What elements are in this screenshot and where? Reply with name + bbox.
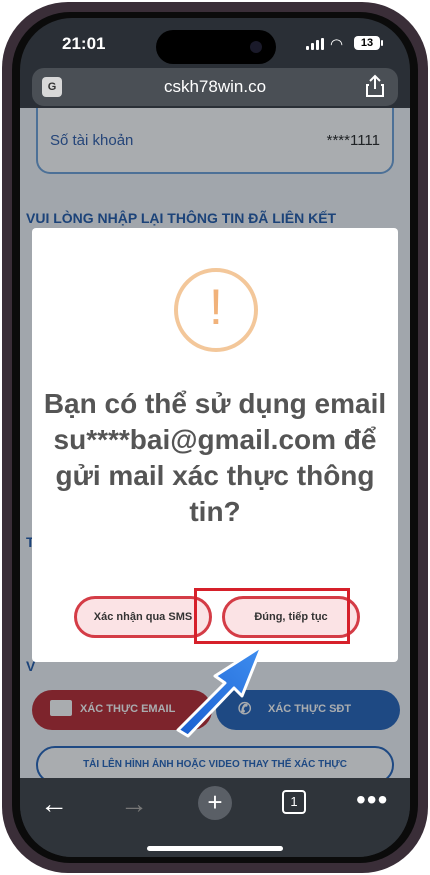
confirm-sms-button[interactable]: Xác nhận qua SMS <box>74 596 212 638</box>
wifi-icon: ◠ <box>330 36 344 53</box>
url-bar[interactable]: G cskh78win.co <box>32 68 398 106</box>
more-menu-icon[interactable]: ••• <box>356 784 388 816</box>
dynamic-island <box>156 30 276 64</box>
forward-arrow-icon[interactable]: → <box>120 788 148 820</box>
status-time: 21:01 <box>62 34 106 53</box>
browser-toolbar: ← → + 1 ••• <box>20 778 410 857</box>
dialog-message: Bạn có thể sử dụng email su****bai@gmail… <box>43 388 387 527</box>
tab-count-button[interactable]: 1 <box>282 790 306 814</box>
status-bar: 21:01 ◠ 13 <box>20 18 410 66</box>
battery-icon: 13 <box>354 36 380 50</box>
share-icon[interactable] <box>364 74 386 98</box>
screen: 21:01 ◠ 13 G cskh78win.co Số tài khoản *… <box>20 18 410 857</box>
url-text[interactable]: cskh78win.co <box>32 77 398 97</box>
warning-icon: ! <box>174 268 258 352</box>
camera-icon <box>250 41 262 53</box>
battery-cap <box>381 40 383 46</box>
warning-mark: ! <box>209 279 223 335</box>
home-indicator <box>147 846 283 851</box>
pointer-arrow-icon <box>176 644 264 738</box>
signal-icon <box>306 38 326 50</box>
new-tab-plus-icon[interactable]: + <box>198 786 232 820</box>
highlight-box <box>194 588 350 644</box>
back-arrow-icon[interactable]: ← <box>40 788 68 820</box>
